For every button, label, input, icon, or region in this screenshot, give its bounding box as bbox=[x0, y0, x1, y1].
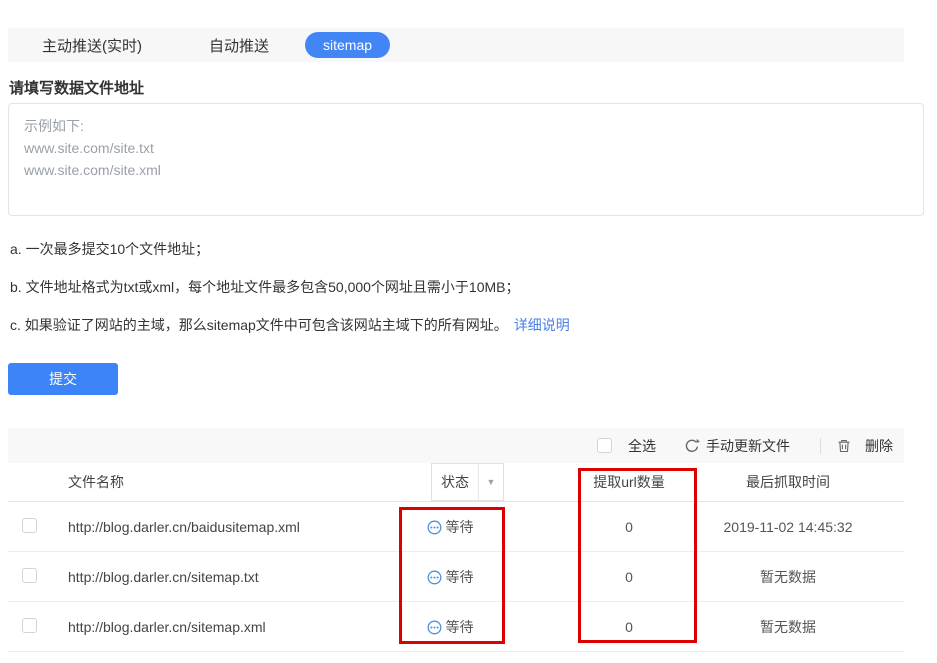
refresh-icon[interactable] bbox=[684, 438, 700, 454]
toolbar-divider bbox=[820, 438, 821, 454]
note-b: b. 文件地址格式为txt或xml，每个地址文件最多包含50,000个网址且需小… bbox=[10, 278, 570, 296]
status-cell: 等待 bbox=[394, 517, 506, 537]
header-url-count: 提取url数量 bbox=[536, 472, 722, 492]
tab-sitemap-active[interactable]: sitemap bbox=[305, 32, 390, 58]
page-title: 请填写数据文件地址 bbox=[9, 77, 144, 98]
header-last-fetch: 最后抓取时间 bbox=[722, 472, 854, 492]
table-toolbar: 全选 手动更新文件 删除 bbox=[8, 428, 904, 463]
status-pending-icon bbox=[427, 620, 442, 635]
status-cell: 等待 bbox=[394, 567, 506, 587]
tab-active-push[interactable]: 主动推送(实时) bbox=[42, 35, 142, 56]
file-url: http://blog.darler.cn/baidusitemap.xml bbox=[52, 519, 394, 535]
table-row: http://blog.darler.cn/sitemap.txt 等待 0 暂… bbox=[8, 552, 904, 602]
manual-refresh-label[interactable]: 手动更新文件 bbox=[706, 436, 790, 456]
sitemap-file-table: 全选 手动更新文件 删除 文件名称 提取url数量 最后抓取时间 状态 ▼ ht… bbox=[8, 428, 904, 652]
submit-button[interactable]: 提交 bbox=[8, 363, 118, 395]
push-mode-tabbar: 主动推送(实时) 自动推送 sitemap bbox=[8, 28, 904, 62]
status-text: 等待 bbox=[446, 569, 474, 585]
note-c: c. 如果验证了网站的主域，那么sitemap文件中可包含该网站主域下的所有网址… bbox=[10, 316, 570, 334]
trash-icon[interactable] bbox=[836, 438, 852, 454]
file-url: http://blog.darler.cn/sitemap.xml bbox=[52, 619, 394, 635]
file-url: http://blog.darler.cn/sitemap.txt bbox=[52, 569, 394, 585]
delete-label[interactable]: 删除 bbox=[865, 436, 893, 456]
detail-help-link[interactable]: 详细说明 bbox=[514, 317, 570, 333]
status-filter-label: 状态 bbox=[432, 464, 478, 500]
last-fetch-cell: 2019-11-02 14:45:32 bbox=[722, 519, 854, 535]
url-count-cell: 0 bbox=[536, 619, 722, 635]
select-all-checkbox[interactable] bbox=[597, 438, 612, 453]
status-pending-icon bbox=[427, 570, 442, 585]
row-checkbox[interactable] bbox=[22, 518, 37, 533]
table-row: http://blog.darler.cn/baidusitemap.xml 等… bbox=[8, 502, 904, 552]
sitemap-url-textarea[interactable]: 示例如下: www.site.com/site.txt www.site.com… bbox=[8, 103, 924, 216]
table-row: http://blog.darler.cn/sitemap.xml 等待 0 暂… bbox=[8, 602, 904, 652]
status-pending-icon bbox=[427, 520, 442, 535]
url-count-cell: 0 bbox=[536, 519, 722, 535]
url-count-cell: 0 bbox=[536, 569, 722, 585]
submission-notes: a. 一次最多提交10个文件地址； b. 文件地址格式为txt或xml，每个地址… bbox=[10, 240, 570, 354]
select-all-label[interactable]: 全选 bbox=[628, 436, 656, 456]
last-fetch-cell: 暂无数据 bbox=[722, 567, 854, 587]
table-header-row: 文件名称 提取url数量 最后抓取时间 状态 ▼ bbox=[8, 463, 904, 502]
status-text: 等待 bbox=[446, 519, 474, 535]
textarea-placeholder-line: 示例如下: bbox=[24, 115, 908, 137]
note-a: a. 一次最多提交10个文件地址； bbox=[10, 240, 570, 258]
status-cell: 等待 bbox=[394, 617, 506, 637]
last-fetch-cell: 暂无数据 bbox=[722, 617, 854, 637]
row-checkbox[interactable] bbox=[22, 568, 37, 583]
note-c-text: c. 如果验证了网站的主域，那么sitemap文件中可包含该网站主域下的所有网址… bbox=[10, 317, 508, 333]
textarea-placeholder-line: www.site.com/site.xml bbox=[24, 159, 908, 181]
textarea-placeholder-line: www.site.com/site.txt bbox=[24, 137, 908, 159]
status-text: 等待 bbox=[446, 619, 474, 635]
chevron-down-icon[interactable]: ▼ bbox=[478, 464, 503, 500]
tab-auto-push[interactable]: 自动推送 bbox=[209, 35, 269, 56]
header-file-name: 文件名称 bbox=[52, 472, 394, 492]
row-checkbox[interactable] bbox=[22, 618, 37, 633]
status-filter-dropdown[interactable]: 状态 ▼ bbox=[431, 463, 504, 501]
